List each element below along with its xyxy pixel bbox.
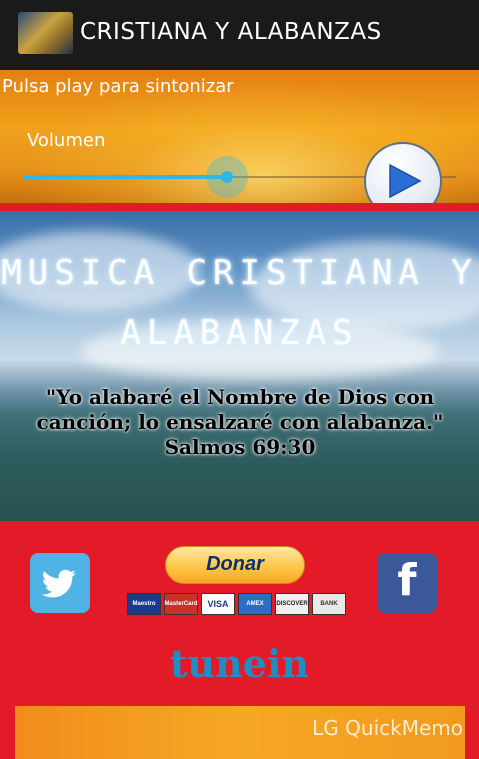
card-logo: VISA: [201, 593, 235, 615]
volume-label: Volumen: [27, 130, 106, 151]
volume-slider-fill: [24, 175, 228, 179]
card-logo: DISCOVER: [275, 593, 309, 615]
card-logo: MasterCard: [164, 593, 198, 615]
donate-label: Donar: [206, 553, 264, 575]
volume-slider-thumb[interactable]: [206, 156, 249, 198]
section-divider: [0, 203, 479, 211]
card-logo: Maestro: [127, 593, 161, 615]
app-bar: CRISTIANA Y ALABANZAS: [0, 0, 479, 70]
twitter-button[interactable]: [30, 553, 90, 613]
donate-button[interactable]: Donar: [165, 546, 305, 584]
app-icon[interactable]: [18, 12, 73, 54]
verse-line: canción; lo ensalzaré con alabanza.": [36, 410, 444, 434]
social-section: Donar Maestro MasterCard VISA AMEX DISCO…: [0, 521, 479, 759]
banner-image: MUSICA CRISTIANA Y ALABANZAS "Yo alabaré…: [0, 211, 479, 521]
facebook-icon: f: [397, 555, 417, 606]
bottom-banner: LG QuickMemo: [15, 706, 465, 759]
card-logo: AMEX: [238, 593, 272, 615]
app-title: CRISTIANA Y ALABANZAS: [80, 19, 382, 45]
facebook-button[interactable]: f: [377, 553, 437, 613]
play-hint-text: Pulsa play para sintonizar: [2, 76, 234, 97]
verse-line: "Yo alabaré el Nombre de Dios con: [45, 385, 435, 409]
player-panel: Pulsa play para sintonizar Volumen: [0, 70, 479, 220]
banner-title-line2: ALABANZAS: [120, 313, 359, 353]
card-logo: BANK: [312, 593, 346, 615]
payment-cards: Maestro MasterCard VISA AMEX DISCOVER BA…: [127, 593, 346, 616]
bible-verse: "Yo alabaré el Nombre de Dios con canció…: [20, 385, 460, 460]
tunein-link[interactable]: tunein: [0, 641, 479, 686]
banner-title-line1: MUSICA CRISTIANA Y: [1, 253, 478, 293]
verse-reference: Salmos 69:30: [164, 435, 316, 459]
twitter-icon: [41, 569, 76, 598]
play-icon: [389, 163, 422, 199]
quickmemo-watermark: LG QuickMemo: [312, 716, 463, 740]
